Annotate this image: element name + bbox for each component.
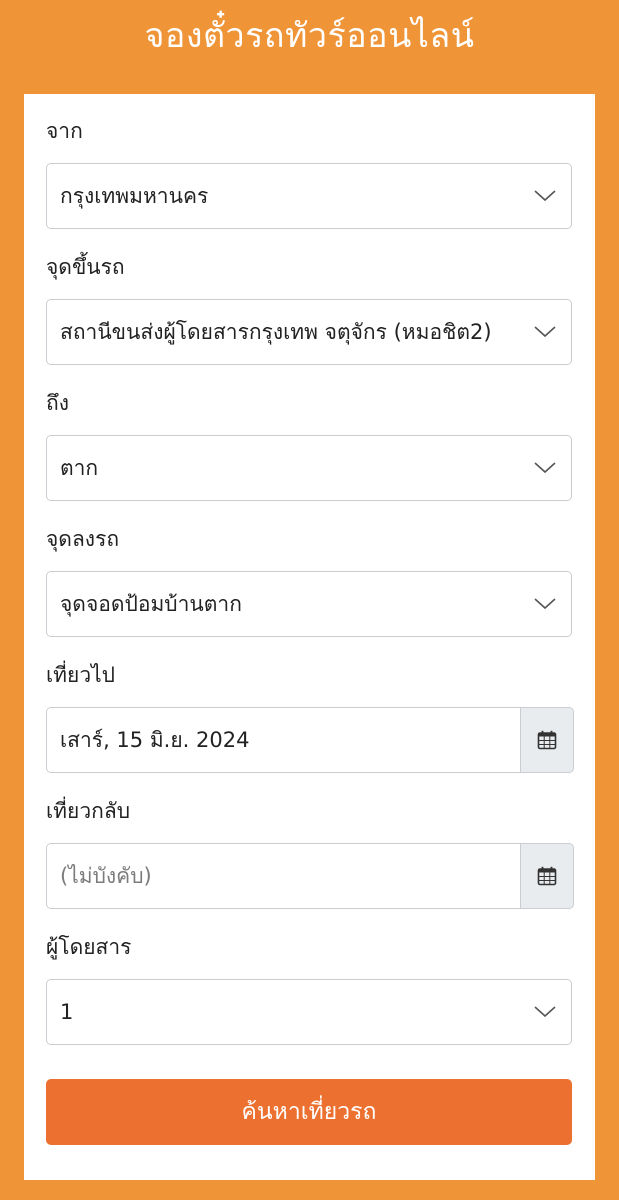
return-date-picker-button[interactable] [520, 843, 574, 909]
drop-point-select[interactable]: จุดจอดป้อมบ้านตาก [46, 571, 572, 637]
passengers-select[interactable]: 1 [46, 979, 572, 1045]
origin-label: จาก [46, 119, 83, 143]
boarding-point-select[interactable]: สถานีขนส่งผู้โดยสารกรุงเทพ จตุจักร (หมอช… [46, 299, 572, 365]
departure-date-group [46, 707, 574, 773]
destination-label: ถึง [46, 391, 69, 415]
chevron-down-icon [519, 436, 571, 500]
destination-select[interactable]: ตาก [46, 435, 572, 501]
origin-select-value: กรุงเทพมหานคร [60, 183, 209, 208]
departure-date-input[interactable] [46, 707, 520, 773]
boarding-point-select-value: สถานีขนส่งผู้โดยสารกรุงเทพ จตุจักร (หมอช… [60, 319, 492, 344]
chevron-down-icon [519, 164, 571, 228]
boarding-point-label: จุดขึ้นรถ [46, 255, 125, 279]
drop-point-select-value: จุดจอดป้อมบ้านตาก [60, 591, 242, 616]
return-date-input[interactable] [46, 843, 520, 909]
chevron-down-icon [519, 572, 571, 636]
return-date-group [46, 843, 574, 909]
departure-date-picker-button[interactable] [520, 707, 574, 773]
origin-select[interactable]: กรุงเทพมหานคร [46, 163, 572, 229]
calendar-icon [537, 866, 557, 886]
passengers-select-value: 1 [60, 1000, 74, 1024]
chevron-down-icon [519, 300, 571, 364]
search-trips-button[interactable]: ค้นหาเที่ยวรถ [46, 1079, 572, 1145]
page-title: จองตั๋วรถทัวร์ออนไลน์ [144, 16, 475, 56]
passengers-label: ผู้โดยสาร [46, 935, 132, 959]
booking-form: จาก กรุงเทพมหานคร จุดขึ้นรถ สถานีขนส่งผู… [24, 94, 595, 1180]
departure-date-label: เที่ยวไป [46, 663, 116, 687]
chevron-down-icon [519, 980, 571, 1044]
calendar-icon [537, 730, 557, 750]
return-date-label: เที่ยวกลับ [46, 799, 131, 823]
drop-point-label: จุดลงรถ [46, 527, 120, 551]
destination-select-value: ตาก [60, 455, 99, 480]
